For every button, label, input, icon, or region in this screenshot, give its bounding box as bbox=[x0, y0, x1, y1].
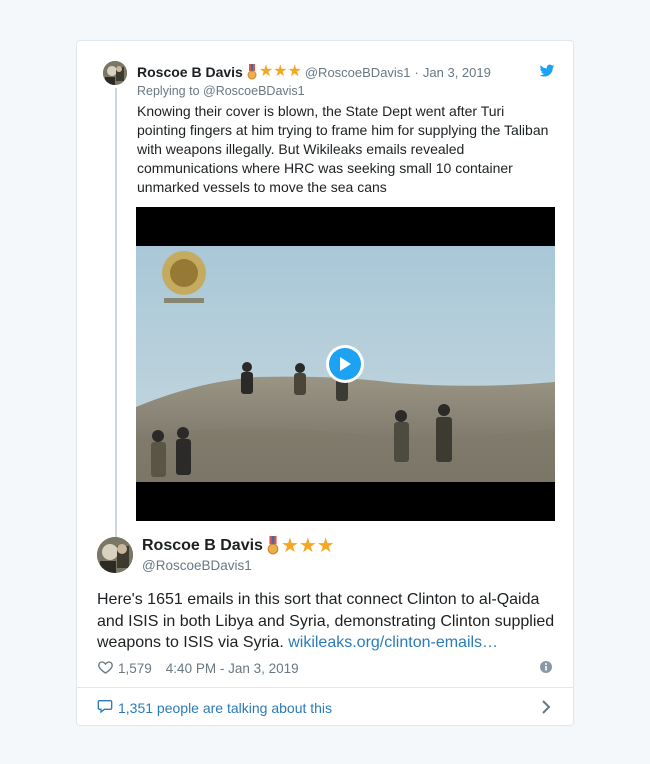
reply-tweet-text: Knowing their cover is blown, the State … bbox=[137, 103, 549, 195]
conversation-link[interactable]: 1,351 people are talking about this bbox=[97, 698, 555, 717]
tweet-link[interactable]: wikileaks.org/clinton-emails… bbox=[288, 634, 498, 651]
tweet-meta: 1,579 4:40 PM - Jan 3, 2019 bbox=[97, 659, 555, 678]
tweet-timestamp[interactable]: 4:40 PM - Jan 3, 2019 bbox=[166, 661, 299, 676]
medal-icon bbox=[267, 536, 279, 555]
avatar[interactable] bbox=[97, 537, 133, 573]
heart-icon[interactable] bbox=[97, 659, 118, 678]
separator: · bbox=[414, 64, 419, 80]
info-icon[interactable] bbox=[539, 660, 553, 674]
stars-icon: ★★★ bbox=[258, 63, 302, 80]
play-button[interactable] bbox=[326, 345, 364, 383]
play-icon bbox=[329, 348, 361, 380]
author-handle[interactable]: @RoscoeBDavis1 bbox=[305, 65, 411, 80]
talking-label[interactable]: 1,351 people are talking about this bbox=[118, 700, 332, 716]
main-tweet-text: Here's 1651 emails in this sort that con… bbox=[97, 589, 567, 654]
stars-icon: ★★★ bbox=[280, 534, 335, 557]
main-tweet-header: Roscoe B Davis ★★★ bbox=[142, 534, 335, 557]
tweet-date[interactable]: Jan 3, 2019 bbox=[423, 65, 491, 80]
divider bbox=[77, 687, 573, 688]
author-handle[interactable]: @RoscoeBDavis1 bbox=[142, 558, 252, 573]
like-count[interactable]: 1,579 bbox=[118, 661, 152, 676]
medal-icon bbox=[247, 64, 257, 80]
author-name[interactable]: Roscoe B Davis bbox=[142, 537, 263, 555]
speech-bubble-icon bbox=[97, 698, 118, 717]
tweet-embed-card: Roscoe B Davis ★★★ @RoscoeBDavis1 · Jan … bbox=[76, 40, 574, 726]
replying-to[interactable]: Replying to @RoscoeBDavis1 bbox=[137, 84, 305, 98]
thread-line bbox=[115, 88, 117, 558]
video-player[interactable] bbox=[136, 207, 555, 521]
twitter-bird-icon[interactable] bbox=[539, 63, 555, 79]
author-name[interactable]: Roscoe B Davis bbox=[137, 64, 243, 80]
chevron-right-icon[interactable] bbox=[539, 699, 553, 715]
avatar[interactable] bbox=[103, 61, 127, 85]
reply-tweet-header: Roscoe B Davis ★★★ @RoscoeBDavis1 · Jan … bbox=[137, 63, 491, 81]
